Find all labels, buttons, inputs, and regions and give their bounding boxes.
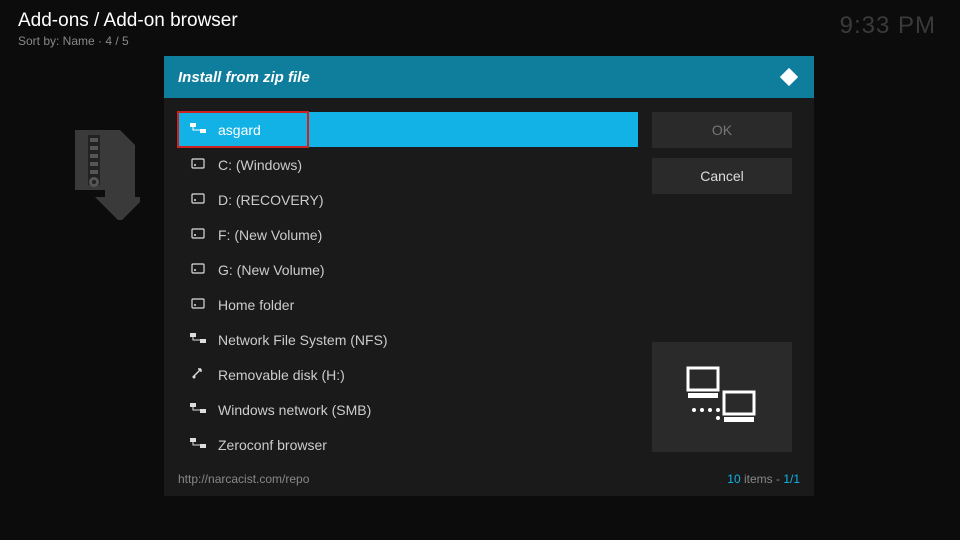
list-item[interactable]: F: (New Volume) [178,217,638,252]
list-item-label: Network File System (NFS) [218,332,388,348]
list-item-label: Windows network (SMB) [218,402,371,418]
preview-thumbnail [652,342,792,452]
cancel-button[interactable]: Cancel [652,158,792,194]
header: Add-ons / Add-on browser Sort by: Name ·… [18,10,238,48]
file-list: asgard C: (Windows) D: (RECOVERY) F: (New V… [178,112,638,462]
drive-icon [188,261,208,278]
clock: 9:33 PM [840,12,936,40]
list-item[interactable]: Removable disk (H:) [178,357,638,392]
list-item-label: C: (Windows) [218,157,302,173]
list-item-label: G: (New Volume) [218,262,325,278]
list-item[interactable]: G: (New Volume) [178,252,638,287]
list-item[interactable]: Zeroconf browser [178,427,638,462]
list-item[interactable]: asgard [178,112,308,147]
side-panel: OK Cancel [638,112,800,462]
dialog-footer: http://narcacist.com/repo 10 items - 1/1 [164,466,814,496]
list-item[interactable]: D: (RECOVERY) [178,182,638,217]
list-item-label: Home folder [218,297,294,313]
list-item-label: Zeroconf browser [218,437,327,453]
drive-icon [188,191,208,208]
network-icon [188,437,208,452]
footer-pager: 10 items - 1/1 [727,472,800,486]
sort-line: Sort by: Name · 4 / 5 [18,34,238,48]
kodi-logo-icon [778,66,800,88]
network-icon [188,332,208,347]
drive-icon [188,156,208,173]
dialog-title-text: Install from zip file [178,69,310,86]
footer-path: http://narcacist.com/repo [178,472,309,486]
list-item[interactable]: Network File System (NFS) [178,322,638,357]
zip-download-icon [70,130,140,220]
list-item-label: D: (RECOVERY) [218,192,324,208]
network-icon [188,122,208,137]
usb-icon [188,366,208,383]
network-icon [188,402,208,417]
list-item-label: Removable disk (H:) [218,367,345,383]
drive-icon [188,296,208,313]
install-zip-dialog: Install from zip file asgard C: (Windows)… [164,56,814,496]
breadcrumb: Add-ons / Add-on browser [18,10,238,32]
dialog-titlebar: Install from zip file [164,56,814,98]
list-item[interactable]: C: (Windows) [178,147,638,182]
list-item-label: F: (New Volume) [218,227,322,243]
ok-button[interactable]: OK [652,112,792,148]
list-item[interactable]: Windows network (SMB) [178,392,638,427]
list-item-label: asgard [218,122,261,138]
list-item[interactable]: Home folder [178,287,638,322]
drive-icon [188,226,208,243]
